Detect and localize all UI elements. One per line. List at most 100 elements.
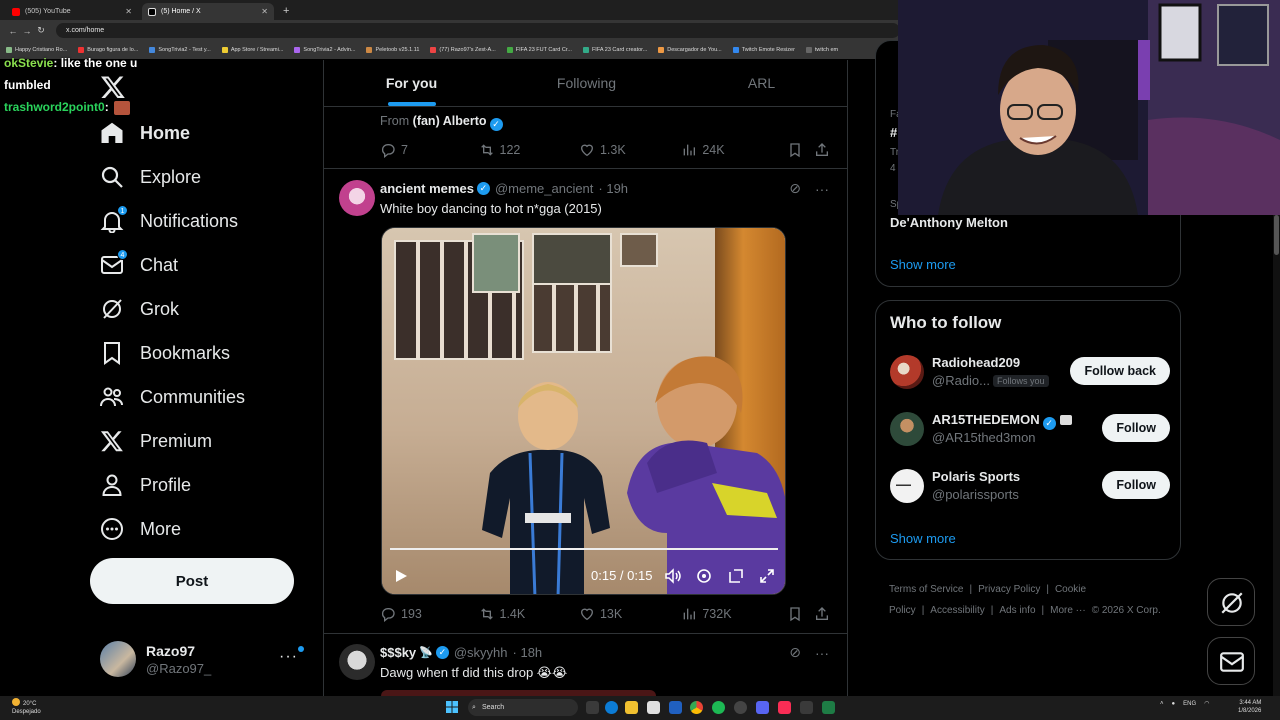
tweet-video[interactable]: 0:15 / 0:15 <box>381 227 786 595</box>
spotify-icon[interactable] <box>712 701 725 714</box>
tweet-author-handle[interactable]: @meme_ancient <box>495 181 593 196</box>
video-progress-bar[interactable] <box>390 548 778 550</box>
play-icon[interactable] <box>394 569 408 583</box>
fullscreen-icon[interactable] <box>758 567 776 585</box>
show-more-link[interactable]: Show more <box>890 531 956 546</box>
excel-icon[interactable] <box>822 701 835 714</box>
footer-link[interactable]: Privacy Policy <box>978 584 1040 595</box>
nav-more[interactable]: More <box>100 514 181 544</box>
bookmark-item[interactable]: (77) Razo97's Zest-A... <box>430 47 496 53</box>
bookmark-item[interactable]: FIFA 23 Card creator... <box>582 47 647 53</box>
avatar[interactable] <box>339 180 375 216</box>
more-icon[interactable]: ··· <box>815 645 829 661</box>
footer-link[interactable]: More ··· <box>1050 605 1086 616</box>
close-icon[interactable]: ✕ <box>261 7 268 16</box>
tweet-author-name[interactable]: $$$ky <box>380 645 416 660</box>
tab-for-you[interactable]: For you <box>324 60 499 106</box>
tab-following[interactable]: Following <box>499 60 674 106</box>
nav-profile[interactable]: Profile <box>100 470 191 500</box>
repost-button[interactable]: 122 <box>479 142 579 158</box>
settings-icon[interactable] <box>695 567 713 585</box>
share-button[interactable] <box>814 142 835 158</box>
bookmark-button[interactable] <box>787 606 814 622</box>
url-field[interactable]: x.com/home <box>56 23 900 38</box>
chrome-icon[interactable] <box>690 701 703 714</box>
bookmark-item[interactable]: SongTrivia2 - Advin... <box>294 47 355 53</box>
avatar[interactable] <box>890 355 924 389</box>
more-icon[interactable]: ··· <box>279 646 304 666</box>
like-button[interactable]: 1.3K <box>579 142 681 158</box>
tweet-time[interactable]: · 18h <box>513 645 543 660</box>
scrollbar-thumb[interactable] <box>1274 215 1279 255</box>
post-button[interactable]: Post <box>90 558 294 604</box>
follow-button[interactable]: Follow <box>1102 471 1170 499</box>
nav-bookmarks[interactable]: Bookmarks <box>100 338 230 368</box>
follow-button[interactable]: Follow <box>1102 414 1170 442</box>
nav-home[interactable]: Home <box>100 118 190 148</box>
bookmark-item[interactable]: Descargador de You... <box>658 47 722 53</box>
tweet-time[interactable]: · 19h <box>598 181 628 196</box>
footer-link[interactable]: © 2026 X Corp. <box>1092 605 1161 616</box>
nav-notifications[interactable]: 1 Notifications <box>100 205 238 236</box>
nav-premium[interactable]: Premium <box>100 426 212 456</box>
store-icon[interactable] <box>647 701 660 714</box>
app-icon[interactable] <box>734 701 747 714</box>
bookmark-item[interactable]: FIFA 23 FUT Card Cr... <box>506 47 572 53</box>
share-button[interactable] <box>814 606 835 622</box>
tweet-author-handle[interactable]: @skyyhh <box>454 645 508 660</box>
nav-explore[interactable]: Explore <box>100 162 201 192</box>
reply-button[interactable]: 7 <box>380 142 479 158</box>
account-name[interactable]: Radiohead209 <box>932 355 1020 370</box>
popout-icon[interactable] <box>727 567 745 585</box>
footer-link[interactable]: Ads info <box>999 605 1035 616</box>
edge-icon[interactable] <box>605 701 618 714</box>
reply-button[interactable]: 193 <box>380 606 479 622</box>
forward-icon[interactable]: → <box>20 26 34 36</box>
nav-chat[interactable]: 4 Chat <box>100 249 178 280</box>
bookmark-item[interactable]: Twitch Emote Resizer <box>732 47 795 53</box>
avatar[interactable] <box>339 644 375 680</box>
bookmark-item[interactable]: Peletoob v25.1.11 <box>366 47 419 53</box>
volume-icon[interactable] <box>664 567 682 585</box>
clock[interactable]: 3:44 AM 1/8/2026 <box>1238 699 1261 715</box>
task-view-icon[interactable] <box>586 701 599 714</box>
follow-suggestion[interactable]: Radiohead209 @Radio... Follows you Follow… <box>890 353 1170 393</box>
account-switcher[interactable]: Razo97 @Razo97_ ··· <box>100 638 310 680</box>
taskbar-search[interactable]: ⌕ Search <box>468 699 578 716</box>
bookmark-item[interactable]: App Store / Streami... <box>221 47 283 53</box>
reload-icon[interactable]: ↻ <box>34 25 48 36</box>
tab-youtube[interactable]: (505) YouTube ✕ <box>6 3 138 20</box>
chevron-up-icon[interactable]: ˄ <box>1160 701 1164 707</box>
app-icon[interactable] <box>800 701 813 714</box>
views-button[interactable]: 24K <box>681 142 786 158</box>
grok-icon[interactable]: ⊘ <box>789 644 801 661</box>
wifi-icon[interactable]: ◠ <box>1204 700 1209 707</box>
bookmark-item[interactable]: twitch em <box>805 47 838 53</box>
app-icon[interactable] <box>669 701 682 714</box>
tab-arl[interactable]: ARL <box>674 60 847 106</box>
music-icon[interactable] <box>778 701 791 714</box>
windows-start-icon[interactable] <box>446 701 458 713</box>
grok-button[interactable] <box>1207 578 1255 626</box>
close-icon[interactable]: ✕ <box>125 7 132 16</box>
file-explorer-icon[interactable] <box>625 701 638 714</box>
footer-link[interactable]: Accessibility <box>930 605 984 616</box>
mic-icon[interactable]: ● <box>1172 701 1176 707</box>
trend-title[interactable]: # <box>890 125 897 140</box>
tab-x-home[interactable]: (5) Home / X ✕ <box>142 3 274 20</box>
grok-icon[interactable]: ⊘ <box>789 180 801 197</box>
trend-title[interactable]: De'Anthony Melton <box>890 215 1008 230</box>
footer-link[interactable]: Terms of Service <box>889 584 963 595</box>
follow-back-button[interactable]: Follow back <box>1070 357 1170 385</box>
follow-suggestion[interactable]: ▬▬▬ Polaris Sports @polarissports Follow <box>890 467 1170 507</box>
show-more-link[interactable]: Show more <box>890 257 956 272</box>
account-name[interactable]: Polaris Sports <box>932 469 1020 484</box>
new-tab-button[interactable]: + <box>278 3 294 20</box>
community-note-source[interactable]: From (fan) Alberto ✓ <box>380 114 503 131</box>
views-button[interactable]: 732K <box>681 606 786 622</box>
follow-suggestion[interactable]: AR15THEDEMON ✓ @AR15thed3mon Follow <box>890 410 1170 450</box>
more-icon[interactable]: ··· <box>815 181 829 197</box>
bookmark-button[interactable] <box>787 142 814 158</box>
repost-button[interactable]: 1.4K <box>479 606 579 622</box>
avatar[interactable]: ▬▬▬ <box>890 469 924 503</box>
